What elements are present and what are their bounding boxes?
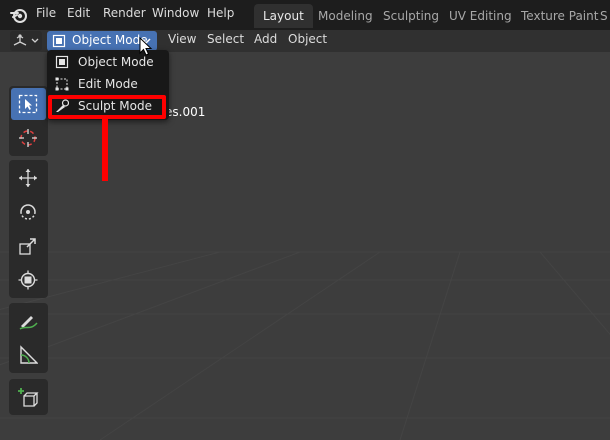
mode-label: Object Mode (72, 33, 148, 47)
add-cube-tool[interactable] (11, 381, 46, 413)
cursor-tool[interactable] (11, 122, 46, 154)
annotate-icon (19, 316, 38, 330)
transform-tool[interactable] (11, 264, 46, 296)
toolbar-group-select (9, 86, 48, 156)
viewport-header: Object Mode View Select Add Object (0, 30, 610, 52)
object-mode-icon (52, 34, 66, 48)
highlight-box (48, 95, 166, 119)
menu-edit[interactable]: Edit (67, 6, 90, 20)
menu-file[interactable]: File (36, 6, 56, 20)
top-menubar: File Edit Render Window Help Layout Mode… (0, 0, 610, 30)
menu-window[interactable]: Window (152, 6, 199, 20)
toolbar-group-add (9, 379, 48, 415)
tab-modeling[interactable]: Modeling (309, 4, 382, 28)
rotate-icon (20, 204, 36, 220)
menu-render[interactable]: Render (103, 6, 146, 20)
menu-item-edit-mode[interactable]: Edit Mode (50, 74, 166, 94)
menu-item-label: Edit Mode (78, 77, 138, 91)
mouse-pointer-icon (139, 37, 153, 56)
object-mode-icon (55, 55, 69, 69)
move-tool[interactable] (11, 162, 46, 194)
transform-icon (18, 270, 38, 290)
toolbar-group-transform (9, 160, 48, 298)
cursor-icon (19, 129, 37, 147)
menu-object[interactable]: Object (288, 32, 327, 46)
scale-icon (19, 238, 36, 255)
annotation-line (102, 118, 108, 181)
3d-viewport-icon (13, 34, 27, 46)
select-box-icon (18, 94, 38, 114)
menu-add[interactable]: Add (254, 32, 277, 46)
tab-uv-editing[interactable]: UV Editing (440, 4, 521, 28)
annotate-tool[interactable] (11, 305, 46, 337)
tab-sculpting[interactable]: Sculpting (374, 4, 448, 28)
editor-type-selector[interactable] (10, 31, 42, 51)
tab-shading-partial[interactable]: S (591, 4, 610, 28)
tab-layout[interactable]: Layout (254, 4, 313, 28)
chevron-down-icon (31, 38, 39, 43)
add-cube-icon (18, 388, 39, 407)
scale-tool[interactable] (11, 230, 46, 262)
edit-mode-icon (55, 77, 69, 91)
rotate-tool[interactable] (11, 196, 46, 228)
object-name-label: es.001 (165, 105, 206, 119)
measure-tool[interactable] (11, 339, 46, 371)
toolbar-group-annotate (9, 303, 48, 373)
measure-icon (20, 345, 38, 364)
select-box-tool[interactable] (11, 88, 46, 120)
move-icon (19, 169, 37, 187)
menu-select[interactable]: Select (207, 32, 244, 46)
menu-item-label: Object Mode (78, 55, 154, 69)
menu-help[interactable]: Help (207, 6, 234, 20)
menu-view[interactable]: View (168, 32, 196, 46)
blender-logo-icon[interactable] (10, 6, 28, 24)
